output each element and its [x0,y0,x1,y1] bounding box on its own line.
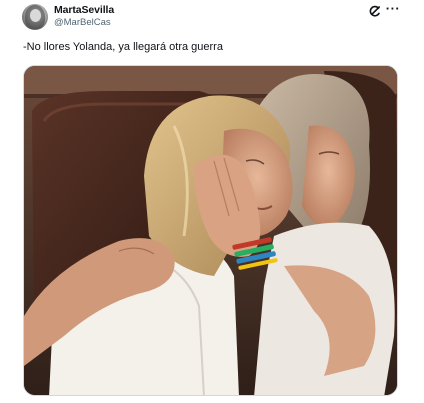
author-handle[interactable]: @MarBelCas [54,17,111,28]
grok-icon[interactable] [367,4,381,18]
avatar[interactable] [22,4,48,30]
tweet-text: -No llores Yolanda, ya llegará otra guer… [23,41,223,53]
more-options-icon[interactable]: ··· [385,2,401,17]
avatar-face [30,9,41,22]
photo-illustration [24,66,397,395]
author-display-name[interactable]: MartaSevilla [54,4,114,16]
tweet-card: MartaSevilla @MarBelCas ··· -No llores Y… [0,0,424,403]
tweet-photo[interactable] [23,65,398,396]
